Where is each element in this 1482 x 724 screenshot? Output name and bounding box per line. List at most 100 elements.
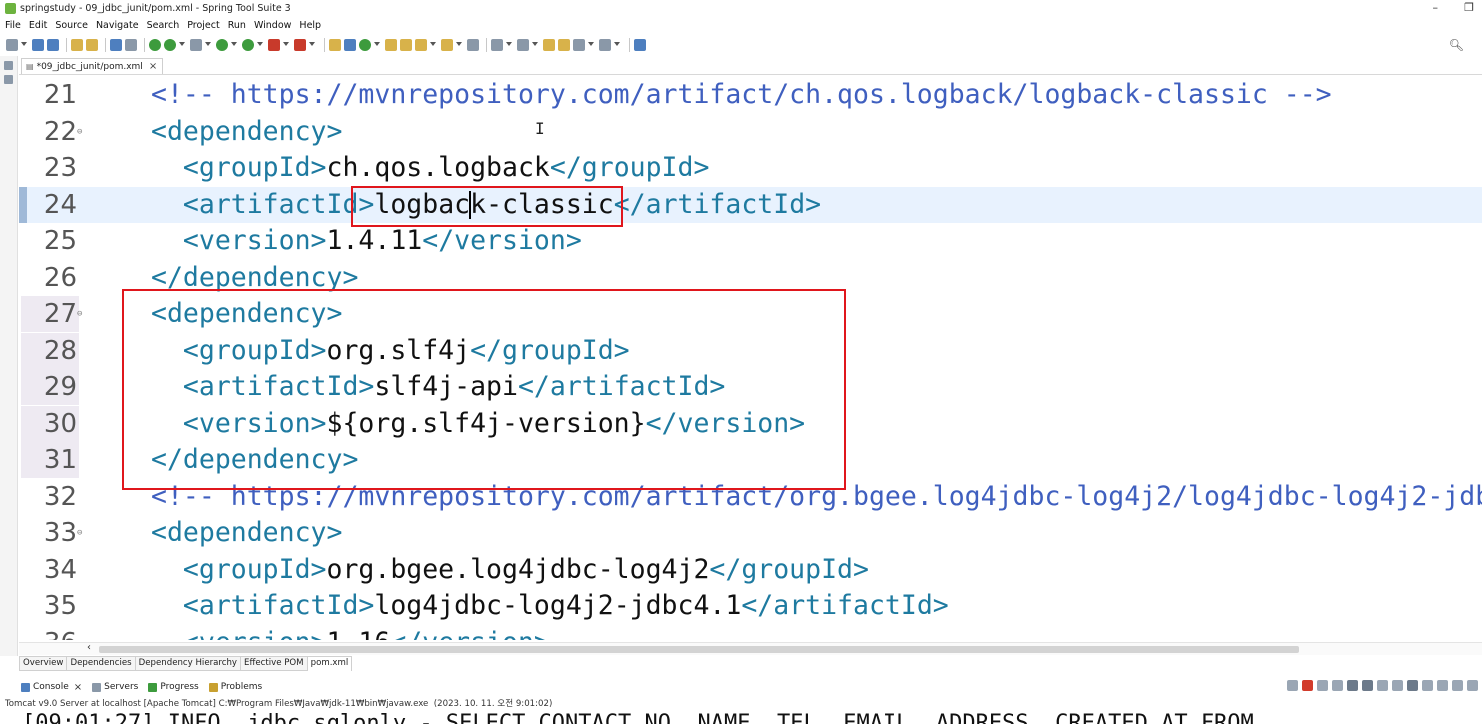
refresh-icon[interactable] (164, 38, 176, 51)
open-task-icon[interactable] (400, 38, 412, 51)
line-number: 29 (43, 372, 77, 402)
code-line[interactable]: 22 ⊖ <dependency> (19, 114, 1482, 150)
search-icon[interactable]: 🔍︎ (1449, 38, 1464, 52)
show-on-output-icon[interactable] (1377, 680, 1388, 691)
chevron-down-icon[interactable] (21, 41, 27, 48)
show-on-error-icon[interactable] (1392, 680, 1403, 691)
chevron-down-icon[interactable] (614, 41, 620, 48)
open-resource-icon[interactable] (86, 38, 98, 51)
annotation-icon[interactable] (441, 38, 453, 51)
menu-run[interactable]: Run (228, 20, 246, 31)
horizontal-scrollbar[interactable]: ‹ (19, 642, 1482, 655)
fold-toggle-icon[interactable]: ⊖ (77, 296, 82, 332)
terminate-icon[interactable] (1302, 680, 1313, 691)
chevron-down-icon[interactable] (205, 41, 211, 48)
search-files-icon[interactable] (415, 38, 427, 51)
tab-servers[interactable]: Servers (92, 682, 138, 692)
spring-boot-icon[interactable] (149, 38, 161, 51)
last-edit-icon[interactable] (543, 38, 555, 51)
code-line[interactable]: 21 <!-- https://mvnrepository.com/artifac… (19, 77, 1482, 113)
chevron-down-icon[interactable] (456, 41, 462, 48)
pin-console-icon[interactable] (1407, 680, 1418, 691)
menu-edit[interactable]: Edit (29, 20, 47, 31)
open-console-icon[interactable] (1437, 680, 1448, 691)
menu-help[interactable]: Help (299, 20, 321, 31)
tab-console[interactable]: Console × (21, 682, 82, 693)
previous-annotation-icon[interactable] (517, 38, 529, 51)
fold-toggle-icon[interactable]: ⊖ (77, 515, 82, 551)
close-icon[interactable]: × (74, 682, 82, 693)
code-line[interactable]: 25 <version>1.4.11</version> (19, 223, 1482, 259)
xml-tag: <dependency> (151, 115, 343, 147)
save-all-icon[interactable] (47, 38, 59, 51)
tab-pom-xml[interactable]: pom.xml (306, 656, 353, 671)
minimize-button[interactable]: – (1433, 1, 1439, 14)
package-explorer-icon[interactable] (4, 61, 13, 70)
remove-all-terminated-icon[interactable] (1317, 680, 1328, 691)
display-console-icon[interactable] (1422, 680, 1433, 691)
save-icon[interactable] (32, 38, 44, 51)
skip-breakpoints-icon[interactable] (125, 38, 137, 51)
code-line[interactable]: 35 <artifactId>log4jdbc-log4j2-jdbc4.1</… (19, 588, 1482, 624)
xml-tag: </dependency> (151, 261, 359, 293)
chevron-down-icon[interactable] (283, 41, 289, 48)
pin-icon[interactable] (558, 38, 570, 51)
editor-tab-pom[interactable]: ▤ *09_jdbc_junit/pom.xml × (21, 58, 164, 74)
menu-file[interactable]: File (5, 20, 21, 31)
tab-effective-pom[interactable]: Effective POM (240, 656, 308, 671)
coverage-icon[interactable] (242, 38, 254, 51)
new-package-icon[interactable] (344, 38, 356, 51)
menu-window[interactable]: Window (254, 20, 291, 31)
chevron-down-icon[interactable] (532, 41, 538, 48)
menu-navigate[interactable]: Navigate (96, 20, 139, 31)
code-line[interactable]: 33 ⊖ <dependency> (19, 515, 1482, 551)
maximize-view-icon[interactable] (1467, 680, 1478, 691)
code-line[interactable]: 36 <version>1.16</version> (19, 625, 1482, 641)
new-class-icon[interactable] (359, 38, 371, 51)
new-icon[interactable] (6, 38, 18, 51)
menu-source[interactable]: Source (55, 20, 88, 31)
menu-search[interactable]: Search (147, 20, 180, 31)
terminal-icon[interactable] (110, 38, 122, 51)
chevron-down-icon[interactable] (257, 41, 263, 48)
globe-icon[interactable] (467, 38, 479, 51)
chevron-down-icon[interactable] (179, 41, 185, 48)
chevron-down-icon[interactable] (309, 41, 315, 48)
code-line[interactable]: 23 <groupId>ch.qos.logback</groupId> (19, 150, 1482, 186)
tab-dependency-hierarchy[interactable]: Dependency Hierarchy (134, 656, 242, 671)
restore-button[interactable]: ❐ (1464, 1, 1474, 14)
new-java-project-icon[interactable] (329, 38, 341, 51)
menu-project[interactable]: Project (187, 20, 220, 31)
word-wrap-icon[interactable] (1362, 680, 1373, 691)
tab-dependencies[interactable]: Dependencies (66, 656, 136, 671)
run-icon[interactable] (216, 38, 228, 51)
scroll-lock-icon[interactable] (1347, 680, 1358, 691)
remove-launch-icon[interactable] (1287, 680, 1298, 691)
external-tools-icon[interactable] (294, 38, 306, 51)
clear-console-icon[interactable] (1332, 680, 1343, 691)
outline-icon[interactable] (4, 75, 13, 84)
chevron-down-icon[interactable] (231, 41, 237, 48)
back-icon[interactable] (573, 38, 585, 51)
scrollbar-thumb[interactable] (99, 646, 1299, 653)
chevron-down-icon[interactable] (506, 41, 512, 48)
chevron-down-icon[interactable] (588, 41, 594, 48)
minimize-view-icon[interactable] (1452, 680, 1463, 691)
open-type-icon[interactable] (385, 38, 397, 51)
chevron-down-icon[interactable] (374, 41, 380, 48)
tab-overview[interactable]: Overview (19, 656, 68, 671)
forward-icon[interactable] (599, 38, 611, 51)
open-perspective-icon[interactable] (634, 38, 646, 51)
scroll-left-icon[interactable]: ‹ (87, 642, 91, 653)
fold-toggle-icon[interactable]: ⊖ (77, 114, 82, 150)
debug-icon[interactable] (190, 38, 202, 51)
code-line[interactable]: 24 <artifactId>logback-classic</artifact… (19, 186, 1482, 223)
print-icon[interactable] (71, 38, 83, 51)
next-annotation-icon[interactable] (491, 38, 503, 51)
chevron-down-icon[interactable] (430, 41, 436, 48)
close-icon[interactable]: × (149, 61, 157, 72)
tab-problems[interactable]: Problems (208, 682, 262, 692)
code-line[interactable]: 34 <groupId>org.bgee.log4jdbc-log4j2</gr… (19, 552, 1482, 588)
tab-progress[interactable]: Progress (148, 682, 199, 692)
stop-icon[interactable] (268, 38, 280, 51)
